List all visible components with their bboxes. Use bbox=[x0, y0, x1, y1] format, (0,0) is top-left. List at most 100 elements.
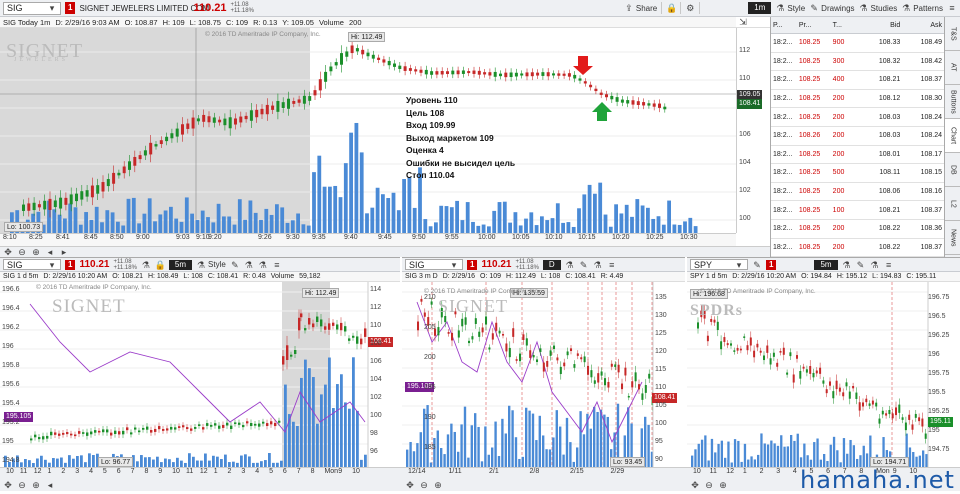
candle-body bbox=[756, 343, 759, 348]
pencil-icon[interactable]: ✎ bbox=[579, 260, 589, 270]
p3-timeframe[interactable]: 5m bbox=[814, 259, 838, 270]
menu-icon[interactable]: ≡ bbox=[947, 3, 957, 13]
zoom-control[interactable]: ⇲ bbox=[736, 17, 770, 28]
candle-body bbox=[202, 427, 205, 430]
candle-body bbox=[417, 321, 420, 331]
side-tab-db[interactable]: DB bbox=[945, 153, 960, 187]
p3-symbol-input[interactable]: SPY ▾ bbox=[690, 259, 748, 270]
p2-symbol-input[interactable]: SIG ▾ bbox=[405, 259, 463, 270]
volume-bar bbox=[88, 453, 91, 467]
pattern-icon[interactable]: ⚗ bbox=[258, 260, 268, 270]
side-tab-l2[interactable]: L2 bbox=[945, 187, 960, 221]
p1-lo-label: Lo: 96.77 bbox=[98, 457, 134, 467]
pencil-icon[interactable]: ✎ bbox=[856, 260, 866, 270]
pan-icon[interactable]: ✥ bbox=[3, 247, 13, 257]
ts-column-header[interactable]: Ask bbox=[902, 22, 944, 29]
studies-button[interactable]: ⚗ Studies bbox=[859, 3, 897, 13]
menu-icon[interactable]: ≡ bbox=[272, 260, 282, 270]
zoom-in-icon[interactable]: ⊕ bbox=[31, 247, 41, 257]
lock-icon[interactable]: 🔒 bbox=[666, 3, 677, 13]
studies-icon[interactable]: ⚗ bbox=[593, 260, 603, 270]
candle-body bbox=[792, 374, 795, 383]
zoom-out-icon[interactable]: ⊖ bbox=[704, 480, 714, 490]
pencil-icon[interactable]: ✎ bbox=[752, 260, 762, 270]
ts-column-header[interactable]: Pr... bbox=[797, 22, 831, 29]
flask-icon[interactable]: ⚗ bbox=[141, 260, 151, 270]
share-button[interactable]: ⇪ Share bbox=[624, 3, 657, 13]
candle-body bbox=[868, 403, 871, 406]
p1-style-button[interactable]: ⚗ Style bbox=[196, 260, 226, 270]
candle-body bbox=[170, 133, 174, 139]
ts-column-header[interactable]: Bid bbox=[853, 22, 903, 29]
ts-cell: 108.25 bbox=[798, 225, 821, 233]
zoom-out-icon[interactable]: ⊖ bbox=[17, 247, 27, 257]
side-tab-chart[interactable]: Chart bbox=[945, 119, 960, 153]
p2-flag[interactable]: 1 bbox=[467, 259, 478, 270]
x-tick-label: 3 bbox=[75, 468, 80, 475]
zoom-out-icon[interactable]: ⊖ bbox=[419, 480, 429, 490]
x-tick-label: 10:00 bbox=[478, 234, 496, 241]
p1-y-left-label: 195 bbox=[2, 438, 14, 445]
patterns-button[interactable]: ⚗ Patterns bbox=[901, 3, 943, 13]
candle-body bbox=[80, 191, 84, 200]
p1-flag[interactable]: 1 bbox=[65, 259, 76, 270]
volume-bar bbox=[164, 458, 167, 467]
x-tick-label: 11 bbox=[19, 468, 28, 475]
zoom-in-icon[interactable]: ⊕ bbox=[31, 480, 41, 490]
volume-bar bbox=[292, 421, 295, 467]
pan-icon[interactable]: ✥ bbox=[690, 480, 700, 490]
ts-column-header[interactable]: T... bbox=[831, 22, 853, 29]
gear-icon[interactable]: ⚙ bbox=[685, 3, 695, 13]
studies-icon[interactable]: ⚗ bbox=[870, 260, 880, 270]
flask-icon[interactable]: ⚗ bbox=[565, 260, 575, 270]
volume-bar bbox=[603, 214, 608, 233]
timeframe-button[interactable]: 1m bbox=[748, 2, 772, 14]
p2-timeframe[interactable]: D bbox=[542, 259, 561, 270]
main-chart[interactable] bbox=[0, 28, 736, 233]
studies-icon[interactable]: ⚗ bbox=[244, 260, 254, 270]
link-flag[interactable]: 1 bbox=[65, 2, 76, 14]
side-tab-news[interactable]: News bbox=[945, 221, 960, 255]
volume-bar bbox=[163, 210, 168, 233]
menu-icon[interactable]: ≡ bbox=[607, 260, 617, 270]
candle-body bbox=[82, 432, 85, 434]
candle-body bbox=[835, 380, 838, 390]
candle-body bbox=[355, 48, 359, 52]
ts-column-header[interactable]: P... bbox=[771, 22, 797, 29]
volume-bar bbox=[487, 226, 491, 233]
lock-icon[interactable]: 🔒 bbox=[155, 260, 166, 270]
candle-body bbox=[822, 380, 825, 384]
zoom-in-icon[interactable]: ⊕ bbox=[718, 480, 728, 490]
scroll-right-icon[interactable]: ▸ bbox=[59, 247, 69, 257]
scroll-left-icon[interactable]: ◂ bbox=[45, 247, 55, 257]
volume-bar bbox=[284, 384, 287, 467]
pan-icon[interactable]: ✥ bbox=[405, 480, 415, 490]
side-tab-buttons[interactable]: Buttons bbox=[945, 85, 960, 119]
style-button[interactable]: ⚗ Style bbox=[775, 3, 805, 13]
scroll-left-icon[interactable]: ◂ bbox=[45, 480, 55, 490]
pencil-icon[interactable]: ✎ bbox=[230, 260, 240, 270]
ts-row: 18:2... 108.25 200 108.03 108.24 bbox=[771, 108, 944, 127]
candle-body bbox=[22, 204, 25, 211]
side-tab-at[interactable]: AT bbox=[945, 51, 960, 85]
side-tab-ts[interactable]: T&S bbox=[945, 17, 960, 51]
flask-icon[interactable]: ⚗ bbox=[842, 260, 852, 270]
pan-icon[interactable]: ✥ bbox=[3, 480, 13, 490]
menu-icon[interactable]: ≡ bbox=[884, 260, 894, 270]
zoom-in-icon[interactable]: ⊕ bbox=[433, 480, 443, 490]
candle-body bbox=[766, 345, 769, 353]
candle-body bbox=[332, 322, 335, 326]
candle-body bbox=[648, 373, 651, 379]
volume-bar bbox=[316, 423, 319, 467]
p3-flag[interactable]: 1 bbox=[766, 259, 777, 270]
p1-symbol-input[interactable]: SIG ▾ bbox=[3, 259, 61, 270]
candle-body bbox=[604, 378, 607, 386]
p1-timeframe[interactable]: 5m bbox=[168, 259, 193, 270]
p2-lo-label: Lo: 93.45 bbox=[610, 457, 646, 467]
candle-body bbox=[862, 402, 864, 407]
symbol-input[interactable]: SIG ▾ bbox=[3, 1, 61, 15]
zoom-out-icon[interactable]: ⊖ bbox=[17, 480, 27, 490]
drawings-button[interactable]: ✎ Drawings bbox=[809, 3, 854, 13]
y-tick-label: 106 bbox=[739, 131, 751, 138]
x-tick-label: 12 bbox=[33, 468, 42, 475]
